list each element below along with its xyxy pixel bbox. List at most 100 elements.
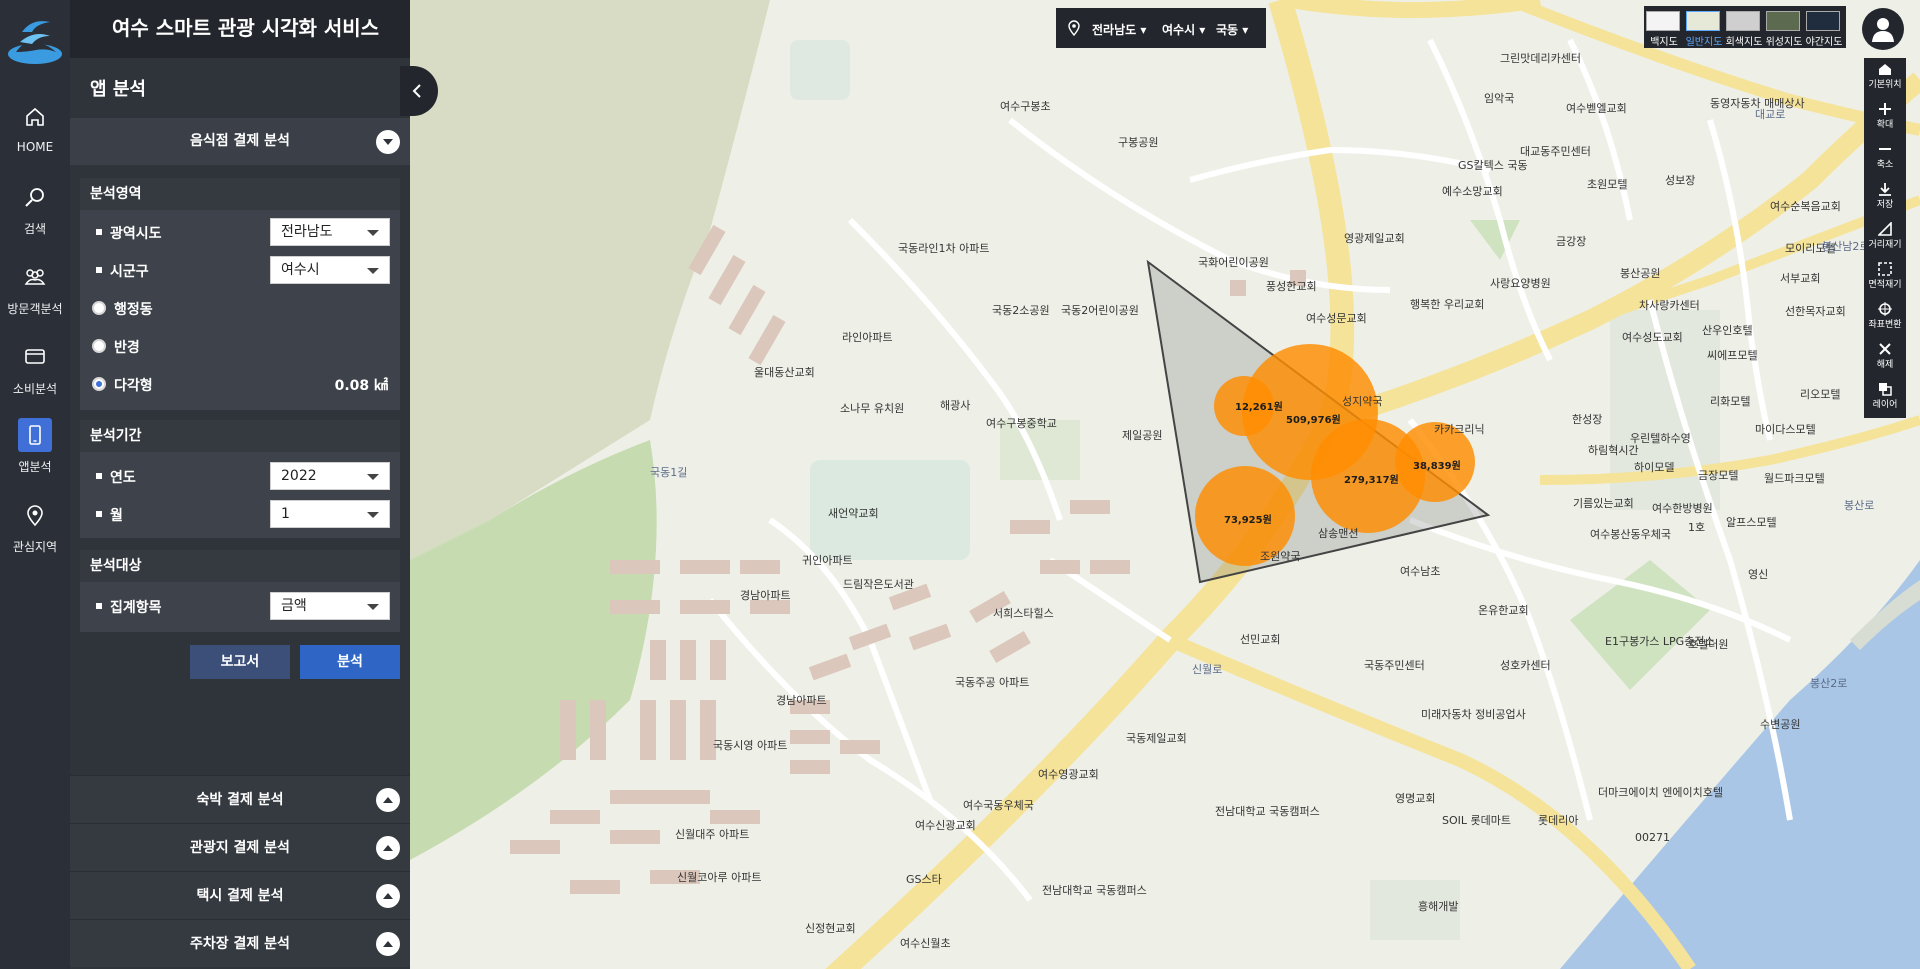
year-select[interactable]: 2022 <box>270 462 390 490</box>
map-type-gray[interactable]: 회색지도 <box>1724 9 1762 48</box>
tool-label: 좌표변환 <box>1868 320 1902 330</box>
radio-radius[interactable] <box>92 339 106 353</box>
section-header-restaurant[interactable]: 음식점 결제 분석 <box>70 118 410 165</box>
tool-area[interactable]: 면적재기 <box>1864 258 1906 298</box>
region-city-dropdown[interactable]: 여수시 ▾ <box>1162 21 1205 38</box>
accordion-tourist-spot[interactable]: 관광지 결제 분석 <box>70 823 410 871</box>
month-row: 월 1 <box>80 496 400 534</box>
map-label: GS스타 <box>906 873 942 886</box>
map-label: 구봉공원 <box>1118 136 1159 149</box>
bullet <box>96 229 102 235</box>
caret-down-icon <box>367 474 379 480</box>
nav-interest[interactable]: 관심지역 <box>0 498 70 578</box>
map-label: 여수순복음교회 <box>1770 200 1841 213</box>
month-select[interactable]: 1 <box>270 500 390 528</box>
radio-dong[interactable] <box>92 301 106 315</box>
map-label: 더마크에이치 엔에이치호텔 <box>1598 786 1723 799</box>
map-label: 여수봉산동우체국 <box>1590 528 1671 541</box>
tool-zoom-out[interactable]: 축소 <box>1864 138 1906 178</box>
radio-dong-row[interactable]: 행정동 <box>80 290 400 328</box>
map-label: 여수남초 <box>1400 565 1441 578</box>
nav-visitors[interactable]: 방문객분석 <box>0 260 70 340</box>
tool-distance[interactable]: 거리재기 <box>1864 218 1906 258</box>
card-icon <box>18 340 52 374</box>
nav-home[interactable]: HOME <box>0 100 70 180</box>
map-label: 여수한방병원 <box>1652 502 1713 515</box>
province-select[interactable]: 전라남도 <box>270 218 390 246</box>
map-type-general[interactable]: 일반지도 <box>1684 9 1722 48</box>
radio-polygon[interactable] <box>92 377 106 391</box>
map-label: 여수벧엘교회 <box>1566 102 1627 115</box>
accordion-parking[interactable]: 주차장 결제 분석 <box>70 919 410 967</box>
map-label: 여수구봉초 <box>1000 100 1051 113</box>
map-type-night[interactable]: 야간지도 <box>1804 9 1843 48</box>
item-select[interactable]: 금액 <box>270 592 390 620</box>
area-icon <box>1878 262 1892 276</box>
map-label: 영광제일교회 <box>1344 232 1405 245</box>
map-type-thumb <box>1686 11 1720 31</box>
map-type-satellite[interactable]: 위성지도 <box>1764 9 1802 48</box>
region-dong-dropdown[interactable]: 국동 ▾ <box>1216 21 1248 38</box>
region-province-dropdown[interactable]: 전라남도 ▾ <box>1092 21 1146 38</box>
radio-dong-label: 행정동 <box>114 302 153 318</box>
user-profile-button[interactable] <box>1862 8 1904 50</box>
map-label: 카카크리닉 <box>1434 423 1485 436</box>
map-label: 기름있는교회 <box>1573 497 1634 510</box>
tool-home-position[interactable]: 기본위치 <box>1864 58 1906 98</box>
report-button[interactable]: 보고서 <box>190 645 290 679</box>
map-label: 국동주민센터 <box>1364 659 1425 672</box>
nav-consumption[interactable]: 소비분석 <box>0 340 70 420</box>
bubble-label: 279,317원 <box>1344 475 1399 486</box>
year-row: 연도 2022 <box>80 458 400 496</box>
item-value: 금액 <box>281 598 307 614</box>
area-box: 분석영역 광역시도 전라남도 시군구 여수시 행정동 반경 다각형 0.08 ㎢ <box>80 178 400 410</box>
tool-zoom-in[interactable]: 확대 <box>1864 98 1906 138</box>
map-label: 온유한교회 <box>1478 604 1529 617</box>
location-pin-icon <box>1068 20 1080 36</box>
map-type-blank[interactable]: 백지도 <box>1644 9 1682 48</box>
map-label: 여수신광교회 <box>915 819 976 832</box>
city-select[interactable]: 여수시 <box>270 256 390 284</box>
chevron-up-icon[interactable] <box>376 884 400 908</box>
map-label: 00271 <box>1635 831 1670 844</box>
road-label: 대교로 <box>1755 108 1786 121</box>
map-label: 국화어린이공원 <box>1198 256 1269 269</box>
analysis-overlay <box>1146 259 1491 584</box>
chevron-up-icon[interactable] <box>376 836 400 860</box>
chevron-up-icon[interactable] <box>376 788 400 812</box>
accordion-taxi[interactable]: 택시 결제 분석 <box>70 871 410 919</box>
nav-app-analysis[interactable]: 앱분석 <box>0 418 70 498</box>
home-icon <box>18 100 52 134</box>
tool-save[interactable]: 저장 <box>1864 178 1906 218</box>
map-label: 소나무 유치원 <box>840 402 905 415</box>
layers-icon <box>1879 383 1892 396</box>
map-label: 사랑요양병원 <box>1490 277 1551 290</box>
tool-clear[interactable]: 해제 <box>1864 338 1906 378</box>
tool-layer[interactable]: 레이어 <box>1864 378 1906 418</box>
radio-radius-row[interactable]: 반경 <box>80 328 400 366</box>
map-label: 국동2소공원 <box>992 304 1050 317</box>
home-icon <box>1879 64 1891 75</box>
coordinate-icon <box>1878 302 1892 316</box>
tool-label: 기본위치 <box>1868 80 1902 90</box>
nav-label: 검색 <box>23 222 47 236</box>
analyze-button[interactable]: 분석 <box>300 645 400 679</box>
map-label: 신월대주 아파트 <box>675 828 750 841</box>
map-label: 흥해개발 <box>1418 900 1459 913</box>
nav-search[interactable]: 검색 <box>0 180 70 260</box>
accordion-label: 택시 결제 분석 <box>196 888 284 904</box>
nav-label: 관심지역 <box>12 540 58 554</box>
map-label: 롯데리아 <box>1538 814 1579 827</box>
map-canvas[interactable]: 12,261원 509,976원 279,317원 38,839원 73,925… <box>410 0 1920 969</box>
map-type-thumb <box>1806 11 1840 31</box>
tool-coordinate[interactable]: 좌표변환 <box>1864 298 1906 338</box>
radio-polygon-row[interactable]: 다각형 0.08 ㎢ <box>80 366 400 404</box>
side-panel: 여수 스마트 관광 시각화 서비스 앱 분석 음식점 결제 분석 분석영역 광역… <box>70 0 410 969</box>
chevron-up-icon[interactable] <box>376 932 400 956</box>
map-type-label: 야간지도 <box>1805 37 1843 48</box>
chevron-down-icon[interactable] <box>376 130 400 154</box>
map-label: 금장모텔 <box>1698 469 1739 482</box>
map-label: 하림혁시간 <box>1588 444 1639 457</box>
map-label: 성보장 <box>1665 174 1696 187</box>
accordion-lodging[interactable]: 숙박 결제 분석 <box>70 775 410 823</box>
